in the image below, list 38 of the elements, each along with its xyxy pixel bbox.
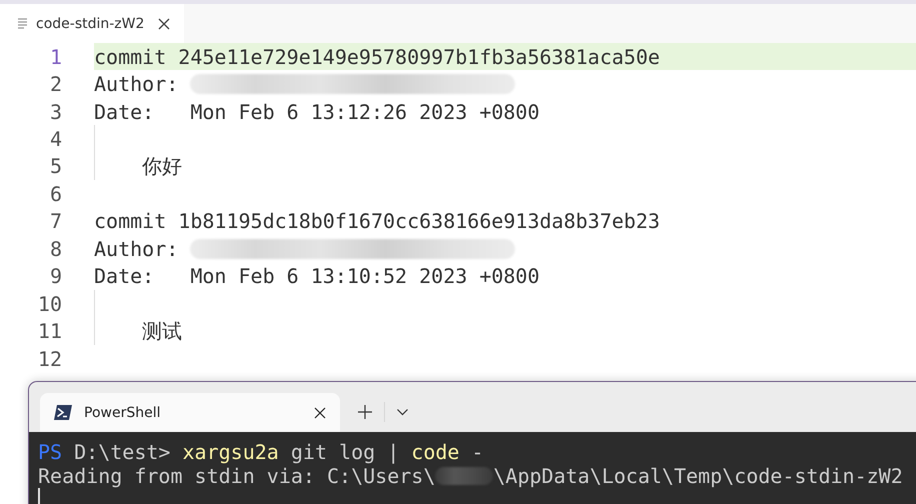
line-number: 10: [36, 292, 62, 316]
tab-title: code-stdin-zW2: [36, 16, 144, 32]
terminal-text: xargsu2a: [182, 440, 279, 464]
terminal-tab[interactable]: PowerShell: [40, 393, 340, 432]
terminal-text: code: [411, 440, 460, 464]
line-number: 8: [48, 236, 62, 261]
line-number: 12: [36, 346, 62, 371]
line-number: 9: [48, 264, 62, 288]
code-text: Date: Mon Feb 6 13:10:52 2023 +0800: [94, 264, 540, 288]
close-icon[interactable]: [314, 406, 326, 418]
code-text: commit 245e11e729e149e95780997b1fb3a56381aca50e: [94, 44, 660, 69]
line-number: 4: [48, 127, 62, 152]
plus-icon[interactable]: [358, 405, 372, 419]
tab-title: PowerShell: [84, 404, 162, 420]
chevron-down-icon[interactable]: [397, 409, 408, 416]
code-text: commit 1b81195dc18b0f1670cc638166e913da8b37eb23: [94, 209, 660, 234]
powershell-icon: [54, 405, 72, 420]
terminal-text: PS: [38, 440, 62, 464]
line-number: 3: [48, 100, 62, 124]
code-text: Author:: [94, 72, 178, 96]
line-number: 1: [48, 44, 62, 69]
terminal-text: Reading from stdin via: C:\Users\: [38, 464, 436, 488]
close-icon[interactable]: [158, 18, 170, 30]
code-text: Author:: [94, 236, 178, 261]
code-text: 测试: [141, 318, 182, 345]
terminal-text: git log |: [290, 440, 400, 464]
lines-icon: [18, 18, 28, 29]
editor-tab[interactable]: code-stdin-zW2: [0, 4, 184, 43]
line-number: 7: [48, 209, 62, 234]
terminal-text: -: [470, 440, 484, 464]
line-number: 2: [48, 72, 62, 96]
code-text: Date: Mon Feb 6 13:12:26 2023 +0800: [94, 100, 540, 124]
terminal-text: D:\test>: [73, 440, 172, 464]
code-text: 你好: [141, 152, 182, 180]
line-number: 6: [48, 182, 62, 206]
terminal-text: \AppData\Local\Temp\code-stdin-zW2: [493, 464, 903, 488]
line-number: 11: [36, 319, 62, 344]
line-number: 5: [48, 154, 62, 178]
